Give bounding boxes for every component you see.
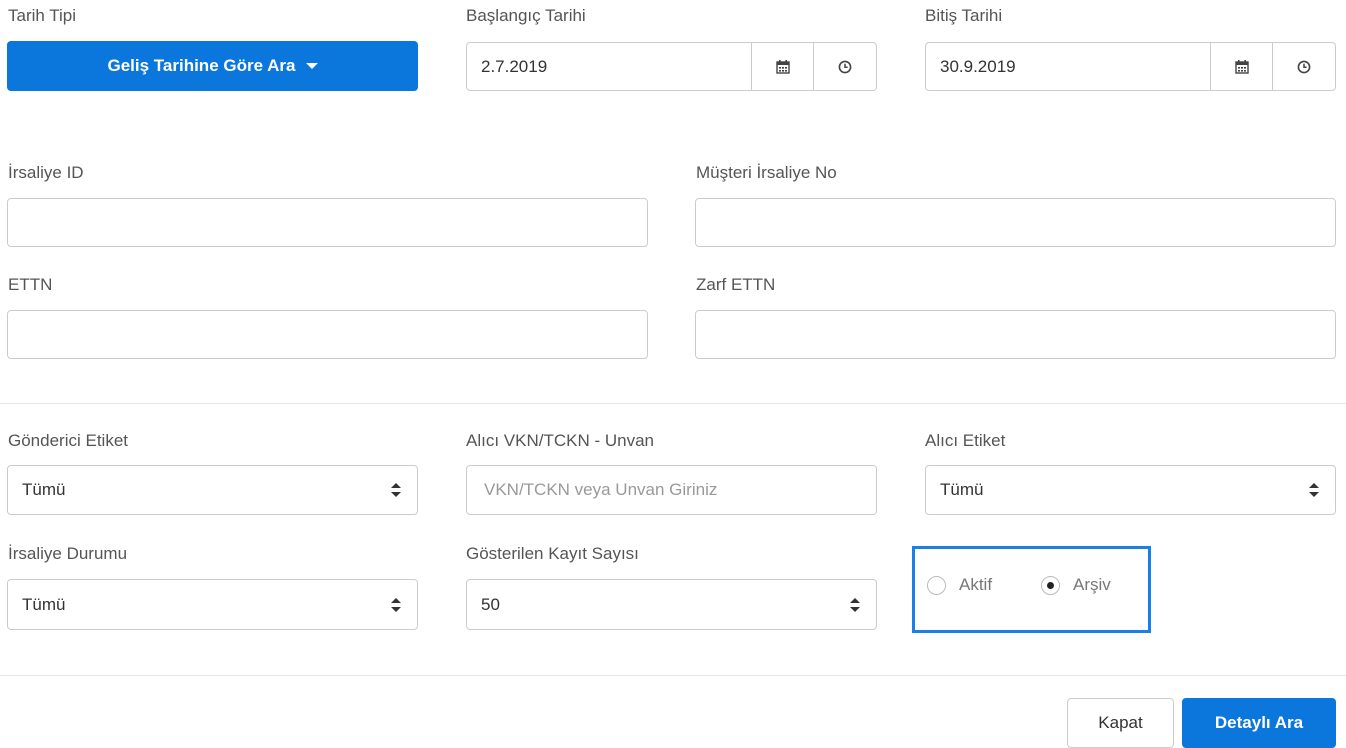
detailed-search-button[interactable]: Detaylı Ara	[1182, 698, 1336, 748]
clock-icon	[1297, 60, 1311, 73]
date-type-label: Tarih Tipi	[8, 6, 77, 25]
musteri-irsaliye-no-input[interactable]	[695, 198, 1336, 247]
alici-etiket-select[interactable]: Tümü	[925, 465, 1336, 515]
footer-divider	[0, 675, 1346, 676]
start-date-time-button[interactable]	[813, 43, 876, 90]
clock-icon	[838, 60, 852, 73]
ettn-input[interactable]	[7, 310, 648, 359]
alici-vkn-label: Alıcı VKN/TCKN - Unvan	[466, 431, 654, 450]
zarf-ettn-input[interactable]	[695, 310, 1336, 359]
end-date-calendar-button[interactable]	[1210, 43, 1273, 90]
close-button[interactable]: Kapat	[1067, 698, 1174, 748]
radio-arsiv[interactable]	[1041, 576, 1060, 595]
select-arrows-icon	[850, 597, 860, 612]
start-date-field[interactable]: 2.7.2019	[466, 42, 877, 91]
kayit-sayisi-select[interactable]: 50	[466, 579, 877, 630]
close-button-label: Kapat	[1098, 713, 1143, 732]
divider	[0, 403, 1346, 404]
gonderici-etiket-select[interactable]: Tümü	[7, 465, 418, 515]
radio-aktif[interactable]	[927, 576, 946, 595]
irsaliye-durumu-value: Tümü	[22, 594, 66, 614]
select-arrows-icon	[391, 597, 401, 612]
ettn-label: ETTN	[8, 275, 53, 294]
kayit-sayisi-label: Gösterilen Kayıt Sayısı	[466, 544, 639, 563]
end-date-label: Bitiş Tarihi	[925, 6, 1003, 25]
irsaliye-durumu-select[interactable]: Tümü	[7, 579, 418, 630]
irsaliye-id-label: İrsaliye ID	[8, 163, 84, 182]
calendar-icon	[1235, 59, 1249, 74]
calendar-icon	[776, 59, 790, 74]
select-arrows-icon	[391, 483, 401, 497]
alici-vkn-input[interactable]: VKN/TCKN veya Unvan Giriniz	[466, 465, 877, 515]
date-type-button-label: Geliş Tarihine Göre Ara	[107, 56, 296, 75]
start-date-calendar-button[interactable]	[751, 43, 814, 90]
start-date-label: Başlangıç Tarihi	[466, 6, 586, 25]
radio-aktif-label: Aktif	[959, 575, 993, 594]
kayit-sayisi-value: 50	[481, 594, 500, 614]
end-date-time-button[interactable]	[1272, 43, 1335, 90]
alici-vkn-placeholder: VKN/TCKN veya Unvan Giriniz	[484, 480, 718, 499]
gonderici-etiket-value: Tümü	[22, 480, 66, 499]
irsaliye-id-input[interactable]	[7, 198, 648, 247]
end-date-value: 30.9.2019	[940, 56, 1016, 76]
end-date-field[interactable]: 30.9.2019	[925, 42, 1336, 91]
detailed-search-button-label: Detaylı Ara	[1214, 713, 1304, 732]
caret-down-icon	[305, 63, 318, 69]
start-date-value: 2.7.2019	[481, 56, 548, 76]
gonderici-etiket-label: Gönderici Etiket	[8, 431, 128, 450]
alici-etiket-value: Tümü	[940, 480, 984, 499]
select-arrows-icon	[1309, 483, 1319, 497]
scope-radio-group: Aktif Arşiv	[912, 546, 1151, 633]
irsaliye-durumu-label: İrsaliye Durumu	[8, 544, 128, 563]
radio-arsiv-label: Arşiv	[1073, 575, 1111, 594]
zarf-ettn-label: Zarf ETTN	[696, 275, 776, 294]
date-type-dropdown[interactable]: Geliş Tarihine Göre Ara	[7, 41, 418, 91]
alici-etiket-label: Alıcı Etiket	[925, 431, 1006, 450]
musteri-irsaliye-no-label: Müşteri İrsaliye No	[696, 163, 837, 182]
